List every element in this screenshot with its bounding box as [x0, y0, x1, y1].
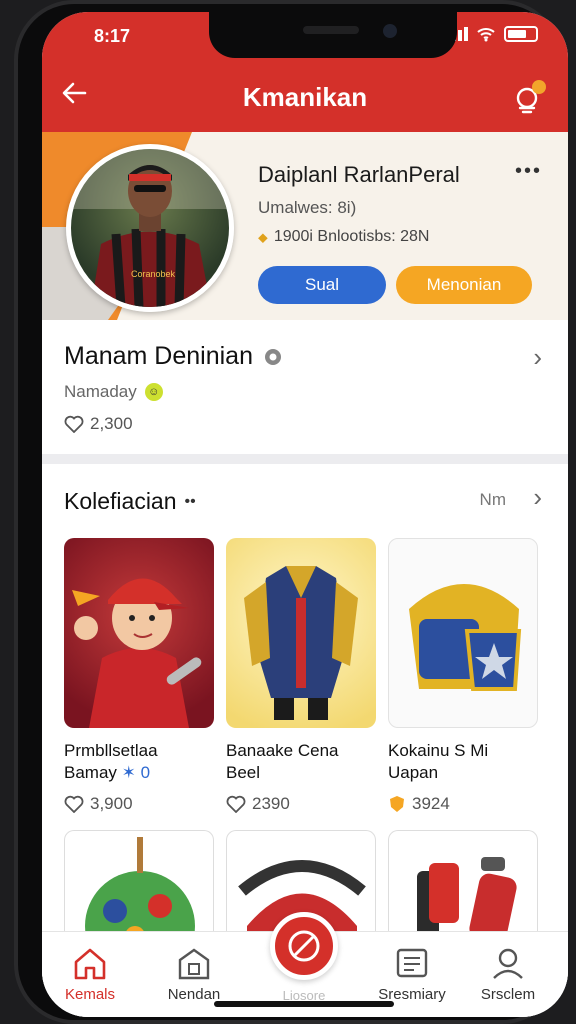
- item-likes-count: 3924: [412, 794, 450, 813]
- nav-item-summary[interactable]: Sresmiary: [364, 946, 460, 1003]
- camera: [383, 24, 397, 38]
- item-name: Banaake Cena Beel: [226, 740, 376, 784]
- item-image: [226, 538, 376, 728]
- bottom-navigation: Kemals Nendan Liosore Sresmiary Srsclem: [42, 912, 568, 1017]
- status-time: 8:17: [94, 26, 131, 46]
- item-name-line: Kokainu S Mi: [388, 741, 489, 760]
- highlight-title: Manam Deninian: [64, 342, 285, 371]
- svg-text:Coranobek: Coranobek: [131, 269, 176, 279]
- nav-item-profile[interactable]: Srsclem: [460, 946, 556, 1003]
- item-name-line: Bamay ✶ 0: [64, 762, 214, 784]
- player-image: Coranobek: [71, 149, 229, 307]
- highlight-title-text: Manam Deninian: [64, 342, 253, 370]
- screen: 8:17 Kmanikan Coranobek Daiplanl RarlanP…: [42, 12, 568, 1017]
- system-icons: [446, 26, 538, 42]
- home-indicator: [214, 1001, 394, 1007]
- app-title: Kmanikan: [242, 82, 368, 112]
- phone-frame: 8:17 Kmanikan Coranobek Daiplanl RarlanP…: [14, 0, 568, 1024]
- badge-icon: [390, 796, 404, 812]
- item-name-line: Uapan: [388, 763, 439, 782]
- notification-badge: [532, 80, 546, 94]
- more-dots-icon: ••: [184, 492, 196, 510]
- profile-subtitle: Umalwes: 8i): [258, 198, 357, 217]
- item-likes: 2390: [226, 794, 376, 814]
- highlight-subtitle-text: Namaday: [64, 382, 137, 401]
- item-name: Prmbllsetlaa Bamay ✶ 0: [64, 740, 214, 784]
- heart-icon: [64, 795, 84, 813]
- list-item[interactable]: Prmbllsetlaa Bamay ✶ 0 3,900: [64, 538, 214, 814]
- heart-icon: [226, 795, 246, 813]
- heart-icon: [64, 415, 84, 433]
- highlight-card[interactable]: Manam Deninian Namaday ☺ 2,300 ›: [42, 320, 568, 454]
- primary-button[interactable]: Sual: [258, 266, 386, 304]
- armor-image: [244, 566, 358, 720]
- nav-item-label: Kemals: [64, 986, 116, 1003]
- item-likes: 3,900: [64, 794, 214, 814]
- speaker: [303, 26, 359, 34]
- profile-name: Daiplanl RarlanPeral: [258, 162, 460, 187]
- item-likes-count: 3,900: [90, 794, 133, 813]
- battery-icon: [504, 26, 538, 42]
- nav-item-label: Nendan: [167, 986, 221, 1003]
- item-name-line: Beel: [226, 763, 261, 782]
- more-options-icon[interactable]: •••: [515, 160, 542, 183]
- item-image[interactable]: [388, 830, 538, 940]
- ball-image: [85, 837, 195, 940]
- item-likes: 3924: [388, 794, 538, 814]
- ball-icon: [288, 930, 320, 962]
- nav-item-shop[interactable]: Nendan: [146, 946, 242, 1003]
- list-icon: [396, 948, 428, 978]
- item-name: Kokainu S Mi Uapan: [388, 740, 538, 784]
- chevron-right-icon[interactable]: ›: [533, 482, 542, 513]
- wifi-icon: [477, 28, 495, 42]
- profile-header: Coranobek Daiplanl RarlanPeral ••• Umalw…: [42, 132, 568, 320]
- badge-icon: ☺: [144, 383, 163, 401]
- notification-button[interactable]: [508, 78, 548, 118]
- shield-gear-image: [409, 584, 522, 691]
- profile-stat-text: 1900i Bnlootisbs: 28N: [273, 228, 430, 245]
- avatar[interactable]: Coranobek: [66, 144, 234, 312]
- item-image: [64, 538, 214, 728]
- item-image: [388, 538, 538, 728]
- nav-item-label: Srsclem: [480, 986, 536, 1003]
- list-item[interactable]: Kokainu S Mi Uapan 3924: [388, 538, 538, 814]
- nav-center-button[interactable]: [270, 912, 338, 980]
- item-likes-count: 2390: [252, 794, 290, 813]
- highlight-likes: 2,300: [64, 414, 133, 434]
- highlight-subtitle: Namaday ☺: [64, 382, 163, 402]
- trophy-icon: ⬥: [258, 228, 268, 245]
- section-title: Kolefiacian ••: [64, 488, 196, 515]
- app-bar: Kmanikan: [42, 58, 568, 132]
- item-tag: ✶ 0: [121, 763, 151, 782]
- store-icon: [178, 948, 210, 980]
- highlight-likes-count: 2,300: [90, 414, 133, 433]
- section-title-text: Kolefiacian: [64, 488, 177, 514]
- item-name-line: Banaake Cena: [226, 741, 339, 760]
- see-all-link[interactable]: Nm: [480, 490, 506, 510]
- nav-item-home[interactable]: Kemals: [42, 946, 138, 1003]
- character-image: [72, 578, 202, 728]
- item-image[interactable]: [64, 830, 214, 940]
- notch: [209, 12, 457, 58]
- item-name-text: Bamay: [64, 763, 117, 782]
- bottles-image: [417, 857, 517, 940]
- profile-stat: ⬥ 1900i Bnlootisbs: 28N: [258, 228, 429, 246]
- secondary-button[interactable]: Menonian: [396, 266, 532, 304]
- home-icon: [74, 948, 106, 980]
- item-name-line: Prmbllsetlaa: [64, 741, 158, 760]
- chevron-right-icon[interactable]: ›: [533, 342, 542, 373]
- user-icon: [493, 948, 523, 979]
- gear-icon: [265, 348, 281, 365]
- list-item[interactable]: Banaake Cena Beel 2390: [226, 538, 376, 814]
